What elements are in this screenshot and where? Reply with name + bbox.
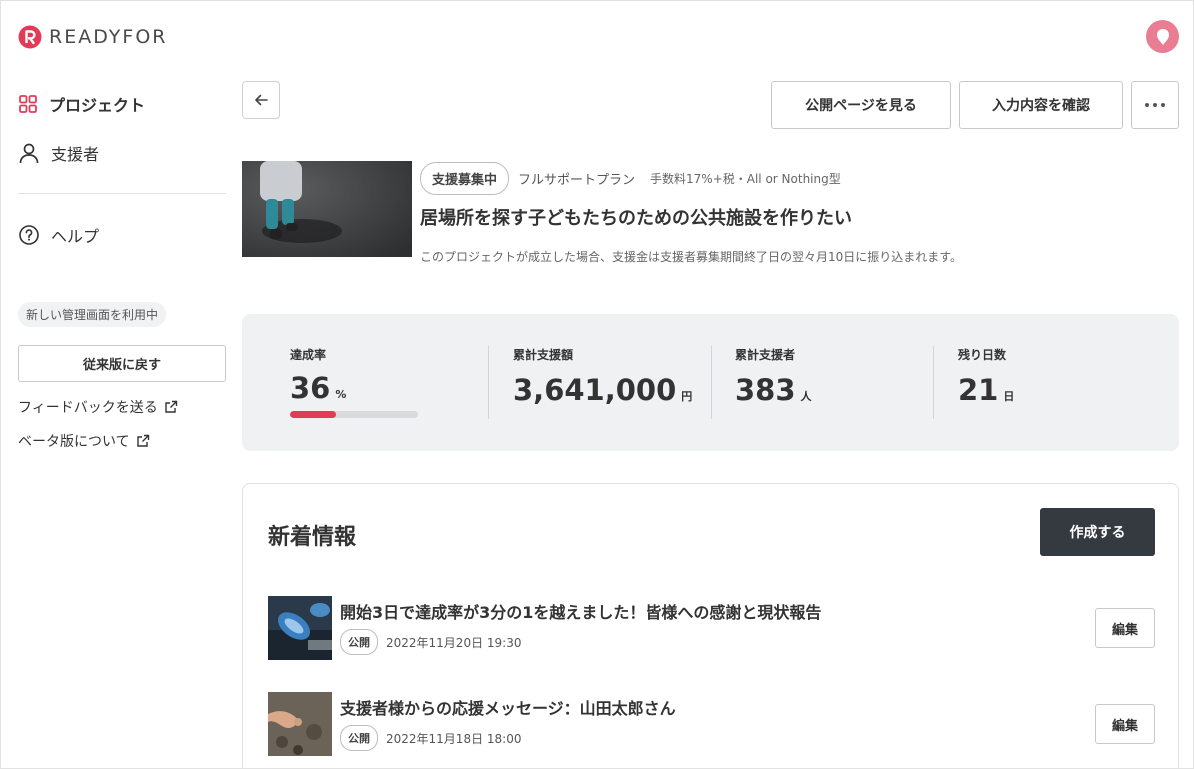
sidebar-item-label: プロジェクト <box>49 96 146 115</box>
stat-unit: % <box>335 388 347 401</box>
stat-value: 3,641,000 <box>513 373 677 407</box>
more-horizontal-icon <box>1145 103 1149 107</box>
update-title: 開始3日で達成率が3分の1を越えました！皆様への感謝と現状報告 <box>340 603 822 622</box>
achievement-progress-bar <box>290 411 418 418</box>
updates-title: 新着情報 <box>268 525 357 550</box>
fee-label: 手数料17%+税・All or Nothing型 <box>650 172 841 186</box>
create-update-button[interactable]: 作成する <box>1040 508 1155 556</box>
stat-label: 達成率 <box>290 348 327 362</box>
edit-button[interactable]: 編集 <box>1095 608 1155 648</box>
help-circle-icon <box>19 225 39 245</box>
sidebar-item-supporters[interactable]: 支援者 <box>18 136 226 170</box>
stat-divider <box>711 346 712 419</box>
publish-status-badge: 公開 <box>340 725 378 751</box>
project-tags: 支援募集中 フルサポートプラン 手数料17%+税・All or Nothing型 <box>420 162 841 195</box>
grid-icon <box>19 95 37 113</box>
back-button[interactable] <box>242 81 280 119</box>
feedback-link[interactable]: フィードバックを送る <box>18 397 226 417</box>
update-thumbnail <box>268 692 332 756</box>
stat-divider <box>488 346 489 419</box>
update-date: 2022年11月18日 18:00 <box>386 731 522 746</box>
stats-panel: 達成率 36 % 累計支援額 3,641,000 円 累計支援者 383 人 残… <box>242 314 1179 451</box>
sidebar-item-projects[interactable]: プロジェクト <box>18 87 226 121</box>
stat-label: 累計支援額 <box>513 348 574 362</box>
arrow-left-icon <box>255 94 268 106</box>
payout-note: このプロジェクトが成立した場合、支援金は支援者募集期間終了日の翌々月10日に振り… <box>420 250 963 264</box>
sidebar-item-label: 支援者 <box>51 145 100 164</box>
confirm-input-button[interactable]: 入力内容を確認 <box>959 81 1123 129</box>
view-public-page-button[interactable]: 公開ページを見る <box>771 81 951 129</box>
stat-total-amount: 累計支援額 3,641,000 円 <box>513 346 692 407</box>
sidebar-divider <box>18 193 226 194</box>
brand-logo[interactable]: READYFOR <box>18 25 168 49</box>
stat-achievement: 達成率 36 % <box>290 346 418 418</box>
stat-days-left: 残り日数 21 日 <box>958 346 1014 407</box>
legacy-version-button[interactable]: 従来版に戻す <box>18 345 226 382</box>
beta-badge: 新しい管理画面を利用中 <box>18 302 167 327</box>
stat-label: 残り日数 <box>958 348 1007 362</box>
stat-unit: 日 <box>1003 390 1015 403</box>
feedback-link-label: フィードバックを送る <box>18 400 158 416</box>
stat-divider <box>933 346 934 419</box>
stat-unit: 人 <box>800 390 812 403</box>
person-icon <box>19 143 39 164</box>
avatar-icon <box>1156 28 1169 45</box>
progress-fill <box>290 411 337 418</box>
stat-label: 累計支援者 <box>735 348 796 362</box>
project-title: 居場所を探す子どもたちのための公共施設を作りたい <box>420 208 852 229</box>
edit-button[interactable]: 編集 <box>1095 704 1155 744</box>
sidebar: プロジェクト 支援者 ヘルプ 新しい管理画面を利用中 従来版に戻す フィードバッ… <box>18 87 226 451</box>
beta-info-link[interactable]: ベータ版について <box>18 431 226 451</box>
status-badge: 支援募集中 <box>420 162 510 195</box>
update-title: 支援者様からの応援メッセージ：山田太郎さん <box>340 699 676 718</box>
updates-card: 新着情報 作成する 開始3日で達成率が3分の1を越えました！皆様への感謝と現状報… <box>242 483 1179 768</box>
readyfor-logo-icon <box>18 25 42 49</box>
external-link-icon <box>136 434 149 447</box>
stat-value: 21 <box>958 373 999 407</box>
stat-value: 36 <box>290 371 331 405</box>
stat-supporters: 累計支援者 383 人 <box>735 346 812 407</box>
beta-info-link-label: ベータ版について <box>18 434 130 450</box>
sidebar-item-help[interactable]: ヘルプ <box>18 218 226 252</box>
brand-name: READYFOR <box>49 26 168 48</box>
plan-label: フルサポートプラン <box>518 173 636 188</box>
app-window: READYFOR プロジェクト 支援者 ヘルプ 新しい管理画面を利用中 従来版に… <box>0 0 1194 769</box>
update-date: 2022年11月20日 19:30 <box>386 635 522 650</box>
stat-value: 383 <box>735 373 796 407</box>
publish-status-badge: 公開 <box>340 629 378 655</box>
sidebar-item-label: ヘルプ <box>51 227 100 246</box>
project-thumbnail <box>242 161 412 257</box>
update-thumbnail <box>268 596 332 660</box>
list-item[interactable]: 支援者様からの応援メッセージ：山田太郎さん 公開 2022年11月18日 18:… <box>268 692 1155 756</box>
stat-unit: 円 <box>681 390 693 403</box>
user-avatar[interactable] <box>1146 20 1179 53</box>
list-item[interactable]: 開始3日で達成率が3分の1を越えました！皆様への感謝と現状報告 公開 2022年… <box>268 596 1155 660</box>
external-link-icon <box>165 400 177 413</box>
more-options-button[interactable] <box>1131 81 1179 129</box>
